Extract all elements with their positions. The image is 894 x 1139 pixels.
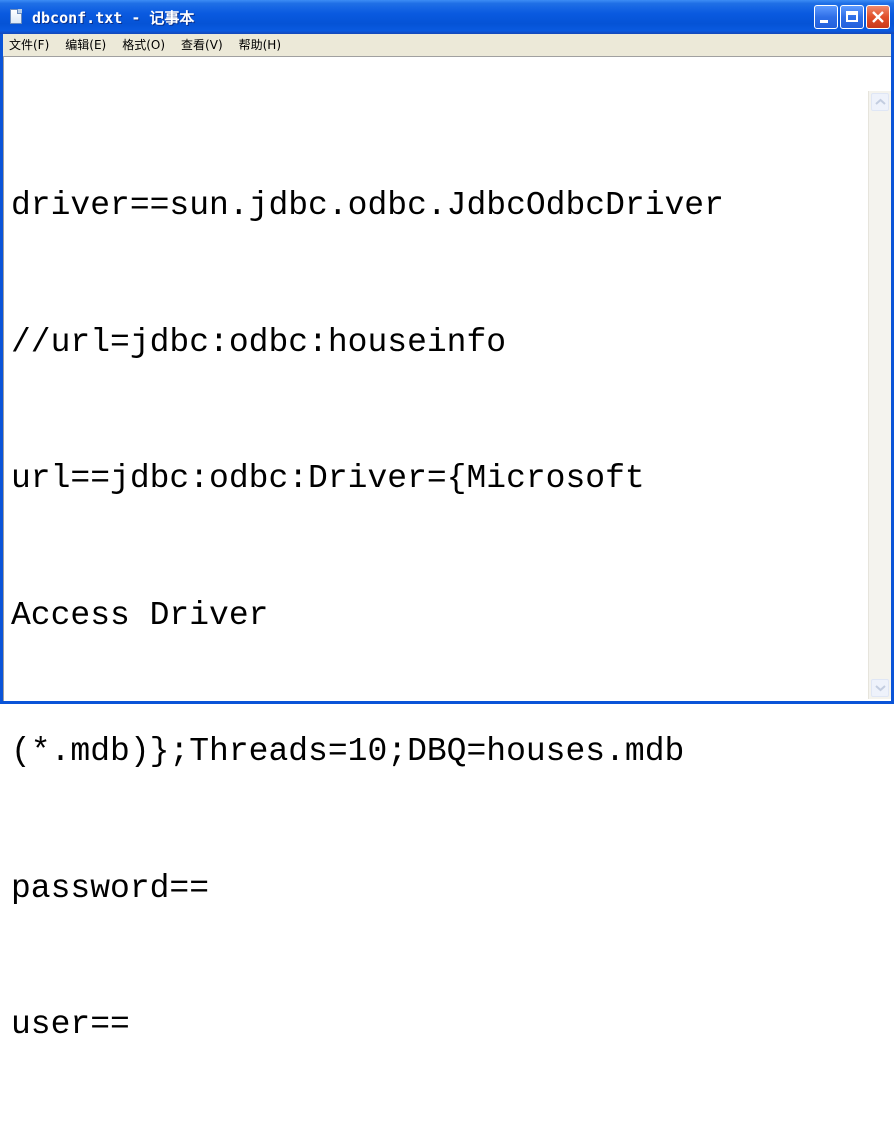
text-line: Access Driver bbox=[11, 596, 269, 634]
text-line: password== bbox=[11, 869, 210, 907]
menu-help[interactable]: 帮助(H) bbox=[231, 35, 289, 55]
notepad-window: dbconf.txt - 记事本 文件(F) 编辑(E) 格式(O) 查看(V)… bbox=[0, 0, 894, 1043]
menu-file[interactable]: 文件(F) bbox=[3, 35, 57, 55]
menu-format[interactable]: 格式(O) bbox=[114, 35, 173, 55]
close-button[interactable] bbox=[866, 5, 890, 29]
minimize-button[interactable] bbox=[814, 5, 838, 29]
vertical-scrollbar[interactable] bbox=[868, 91, 891, 699]
text-line: user== bbox=[11, 1006, 130, 1043]
scroll-down-arrow-icon bbox=[875, 685, 886, 692]
scroll-up-button[interactable] bbox=[871, 93, 889, 111]
window-controls bbox=[814, 5, 890, 29]
close-icon bbox=[872, 11, 884, 23]
maximize-icon bbox=[846, 11, 858, 22]
text-line: (*.mdb)};Threads=10;DBQ=houses.mdb bbox=[11, 733, 685, 770]
maximize-button[interactable] bbox=[840, 5, 864, 29]
text-line: url==jdbc:odbc:Driver={Microsoft bbox=[11, 460, 645, 497]
text-line: driver==sun.jdbc.odbc.JdbcOdbcDriver bbox=[11, 187, 724, 224]
scroll-down-button[interactable] bbox=[871, 679, 889, 697]
menu-edit[interactable]: 编辑(E) bbox=[57, 35, 114, 55]
minimize-icon bbox=[820, 20, 828, 23]
window-title: dbconf.txt - 记事本 bbox=[32, 8, 195, 27]
title-bar[interactable]: dbconf.txt - 记事本 bbox=[0, 0, 894, 34]
scroll-up-arrow-icon bbox=[875, 98, 886, 105]
document-text[interactable]: driver==sun.jdbc.odbc.JdbcOdbcDriver //u… bbox=[11, 92, 867, 1139]
text-line: //url=jdbc:odbc:houseinfo bbox=[11, 323, 507, 361]
notepad-file-icon[interactable] bbox=[8, 8, 24, 26]
menu-bar: 文件(F) 编辑(E) 格式(O) 查看(V) 帮助(H) bbox=[3, 34, 891, 56]
text-editor[interactable]: driver==sun.jdbc.odbc.JdbcOdbcDriver //u… bbox=[3, 56, 891, 1043]
menu-view[interactable]: 查看(V) bbox=[173, 35, 231, 55]
